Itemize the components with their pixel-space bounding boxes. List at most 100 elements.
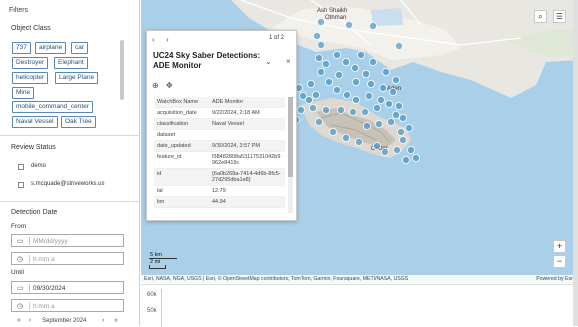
detection-marker[interactable]: [406, 145, 415, 154]
detection-marker[interactable]: [308, 104, 317, 113]
detection-marker[interactable]: [356, 51, 365, 60]
layer-list-button[interactable]: ☰: [553, 10, 566, 23]
detection-marker[interactable]: [372, 141, 381, 150]
search-button[interactable]: ⌕: [534, 10, 547, 23]
detection-marker[interactable]: [341, 133, 350, 142]
detection-marker[interactable]: [398, 114, 407, 123]
detection-marker[interactable]: [368, 21, 377, 30]
tag-naval-vessel[interactable]: Naval Vessel: [12, 116, 58, 128]
tag-car[interactable]: car: [71, 42, 89, 54]
detection-marker[interactable]: [316, 41, 325, 50]
detection-marker[interactable]: [316, 17, 325, 26]
powered-by-esri[interactable]: Powered by Esri: [536, 275, 574, 283]
detection-marker[interactable]: [351, 96, 360, 105]
tag-elephant[interactable]: Elephant: [54, 57, 88, 69]
detection-marker[interactable]: [298, 92, 307, 101]
tag-destroyer[interactable]: Destroyer: [12, 57, 49, 69]
demo-checkbox[interactable]: [18, 164, 24, 170]
detection-marker[interactable]: [361, 70, 370, 79]
from-date-input[interactable]: [33, 236, 121, 246]
from-time-input[interactable]: [33, 254, 121, 264]
detection-marker[interactable]: [312, 32, 321, 41]
tag-airplane[interactable]: airplane: [35, 42, 67, 54]
detection-marker[interactable]: [401, 155, 410, 164]
popup-scrollbar[interactable]: [288, 97, 293, 213]
timeline-chart: 60k 50k: [141, 284, 578, 327]
close-icon[interactable]: ×: [286, 57, 291, 66]
detection-marker[interactable]: [316, 68, 325, 77]
attribute-value: ADE Monitor: [209, 97, 285, 108]
tag-737[interactable]: 737: [12, 42, 31, 54]
detection-marker[interactable]: [378, 84, 387, 93]
detection-marker[interactable]: [396, 127, 405, 136]
detection-marker[interactable]: [334, 71, 343, 80]
next-year-icon[interactable]: »: [114, 317, 118, 324]
tag-list-scrollbar[interactable]: [120, 40, 124, 100]
pan-icon[interactable]: ✥: [166, 81, 173, 90]
detection-marker[interactable]: [380, 147, 389, 156]
detection-marker[interactable]: [321, 106, 330, 115]
detection-marker[interactable]: [388, 88, 397, 97]
detection-marker[interactable]: [391, 76, 400, 85]
detection-marker[interactable]: [314, 118, 323, 127]
detection-marker[interactable]: [384, 100, 393, 109]
detection-marker[interactable]: [332, 86, 341, 95]
detection-marker[interactable]: [328, 127, 337, 136]
detection-marker[interactable]: [344, 20, 353, 29]
detection-marker[interactable]: [394, 102, 403, 111]
prev-feature-icon[interactable]: ‹: [152, 35, 155, 44]
prev-month-icon[interactable]: ‹: [29, 317, 31, 324]
detection-marker[interactable]: [368, 58, 377, 67]
detection-marker[interactable]: [360, 108, 369, 117]
detection-marker[interactable]: [350, 64, 359, 73]
detection-marker[interactable]: [411, 153, 420, 162]
collapse-icon[interactable]: ⌄: [265, 57, 272, 66]
until-time-field[interactable]: ◷: [11, 299, 124, 312]
user-checkbox[interactable]: [18, 182, 24, 188]
detection-marker[interactable]: [362, 122, 371, 131]
detection-marker[interactable]: [381, 68, 390, 77]
detection-marker[interactable]: [364, 92, 373, 101]
scale-mi-bar: [149, 265, 166, 269]
detection-marker[interactable]: [392, 145, 401, 154]
detection-marker[interactable]: [321, 60, 330, 69]
detection-marker[interactable]: [376, 96, 385, 105]
zoom-out-button[interactable]: −: [553, 255, 566, 268]
zoom-to-icon[interactable]: ⊕: [152, 81, 159, 90]
detection-marker[interactable]: [332, 51, 341, 60]
detection-marker[interactable]: [372, 104, 381, 113]
until-time-input[interactable]: [33, 301, 121, 311]
detection-marker[interactable]: [324, 78, 333, 87]
next-feature-icon[interactable]: ›: [166, 35, 169, 44]
until-date-input[interactable]: [33, 283, 121, 293]
tag-oak-tree[interactable]: Oak Tree: [61, 116, 96, 128]
detection-marker[interactable]: [336, 106, 345, 115]
detection-marker[interactable]: [398, 135, 407, 144]
next-month-icon[interactable]: ›: [102, 317, 104, 324]
prev-year-icon[interactable]: «: [17, 317, 21, 324]
from-time-field[interactable]: ◷: [11, 252, 124, 265]
detection-marker[interactable]: [366, 80, 375, 89]
tag-mine[interactable]: Mine: [12, 87, 35, 99]
tag-large-plane[interactable]: Large Plane: [55, 72, 99, 84]
detection-marker[interactable]: [306, 80, 315, 89]
detection-marker[interactable]: [404, 124, 413, 133]
detection-marker[interactable]: [386, 118, 395, 127]
detection-marker[interactable]: [342, 91, 351, 100]
until-date-field[interactable]: ▭: [11, 281, 124, 294]
popup-scroll-thumb[interactable]: [288, 97, 293, 177]
detection-marker[interactable]: [348, 108, 357, 117]
detection-marker[interactable]: [296, 106, 305, 115]
tag-mobile-command-center[interactable]: mobile_command_center: [12, 101, 93, 113]
detection-marker[interactable]: [354, 137, 363, 146]
detection-marker[interactable]: [311, 91, 320, 100]
detection-marker[interactable]: [394, 42, 403, 51]
from-date-field[interactable]: ▭: [11, 234, 124, 247]
detection-marker[interactable]: [341, 58, 350, 67]
tag-helicopter[interactable]: helicopter: [12, 72, 49, 84]
detection-marker[interactable]: [374, 120, 383, 129]
detection-marker[interactable]: [314, 54, 323, 63]
zoom-in-button[interactable]: +: [553, 240, 566, 253]
detection-marker[interactable]: [391, 111, 400, 120]
detection-marker[interactable]: [351, 78, 360, 87]
